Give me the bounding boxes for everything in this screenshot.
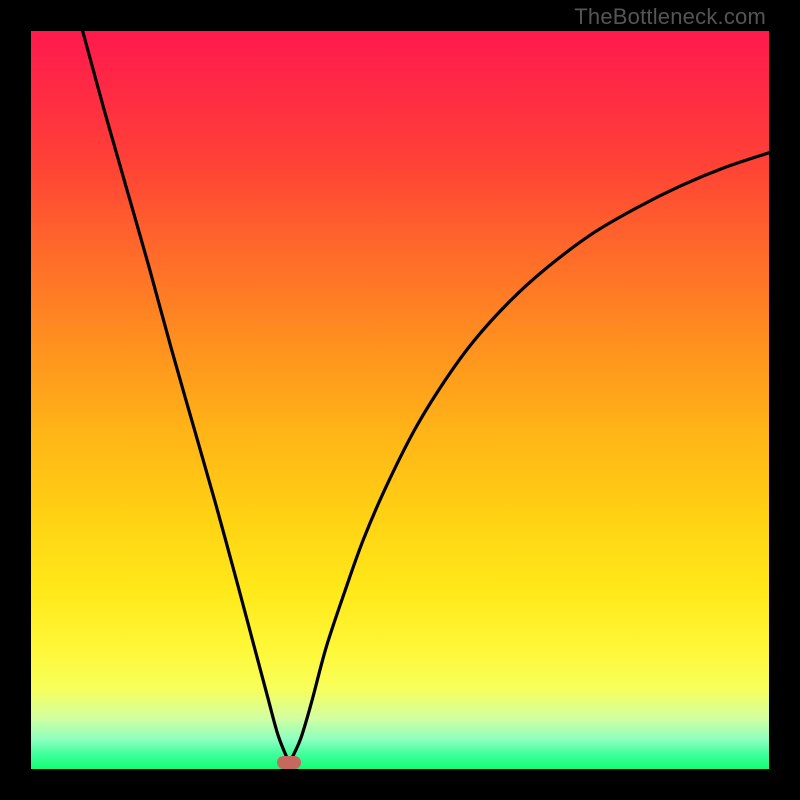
curve-right-branch — [289, 153, 769, 763]
watermark-text: TheBottleneck.com — [574, 4, 766, 30]
plot-area — [31, 31, 769, 769]
optimum-marker — [277, 756, 301, 769]
curve-left-branch — [83, 31, 290, 763]
chart-frame: TheBottleneck.com — [0, 0, 800, 800]
bottleneck-curve — [31, 31, 769, 769]
